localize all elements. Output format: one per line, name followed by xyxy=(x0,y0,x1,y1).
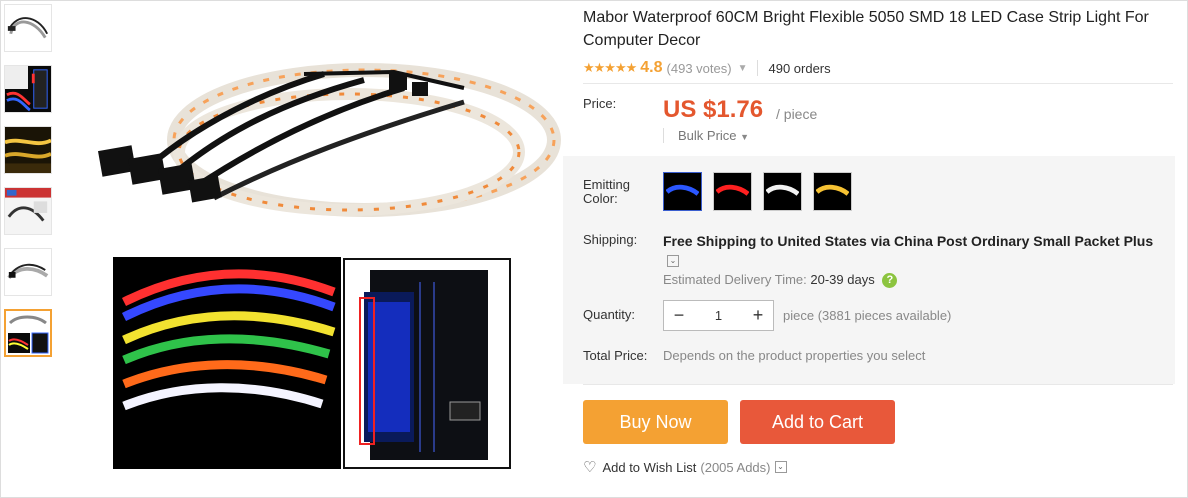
price-label: Price: xyxy=(583,96,617,111)
product-info: Mabor Waterproof 60CM Bright Flexible 50… xyxy=(563,0,1175,476)
rating-value: 4.8 xyxy=(640,59,663,76)
estimate-days: 20-39 days xyxy=(810,272,875,287)
shipping-destination: United States via China Post Ordinary Sm… xyxy=(777,233,1154,249)
wishlist-label: Add to Wish List xyxy=(602,459,697,475)
color-swatch-red[interactable] xyxy=(713,172,752,211)
price-unit: / piece xyxy=(776,106,818,122)
bulk-price-dropdown[interactable]: Bulk Price ▼ xyxy=(663,128,763,143)
total-price-value: Depends on the product properties you se… xyxy=(663,348,926,363)
votes-count[interactable]: (493 votes) xyxy=(667,61,732,76)
heart-plus-icon: ♡ xyxy=(583,459,597,476)
thumbnail-list xyxy=(4,4,56,370)
thumbnail-5[interactable] xyxy=(4,248,52,296)
shipping-prefix: Free Shipping to xyxy=(663,233,774,249)
question-icon[interactable]: ? xyxy=(882,273,898,289)
shipping-info[interactable]: Free Shipping to United States via China… xyxy=(663,232,1173,270)
wishlist-count: (2005 Adds) xyxy=(700,459,771,475)
quantity-input[interactable]: 1 xyxy=(694,308,743,323)
pc-case-photo xyxy=(343,258,511,469)
bulk-price-label: Bulk Price xyxy=(678,128,737,143)
divider xyxy=(757,60,759,76)
total-price-label: Total Price: xyxy=(583,348,648,363)
minus-icon[interactable]: − xyxy=(664,305,694,326)
thumbnail-1[interactable] xyxy=(4,4,52,52)
thumbnail-4[interactable] xyxy=(4,187,52,235)
chevron-down-icon[interactable]: ▼ xyxy=(738,63,748,74)
add-to-wishlist[interactable]: ♡ Add to Wish List (2005 Adds) ⌄ xyxy=(583,458,787,476)
color-strips-photo xyxy=(113,257,341,469)
chevron-down-icon[interactable]: ⌄ xyxy=(774,461,787,473)
emitting-color-label: Emitting Color: xyxy=(583,177,630,206)
thumbnail-6-selected[interactable] xyxy=(4,309,52,357)
buy-now-button[interactable]: Buy Now xyxy=(583,400,728,444)
thumbnail-3[interactable] xyxy=(4,126,52,174)
product-title: Mabor Waterproof 60CM Bright Flexible 50… xyxy=(583,9,1149,49)
estimate-label: Estimated Delivery Time: xyxy=(663,272,807,287)
chevron-down-icon[interactable]: ⌄ xyxy=(667,255,679,268)
divider xyxy=(583,83,1173,84)
price-value: US $1.76 xyxy=(663,96,764,123)
delivery-estimate: Estimated Delivery Time: 20-39 days ? xyxy=(663,272,898,289)
color-swatches xyxy=(663,172,852,211)
main-product-image[interactable] xyxy=(64,2,564,496)
rating-row: ★★★★★ 4.8 (493 votes) ▼ 490 orders xyxy=(583,55,1173,81)
star-icon: ★★★★★ xyxy=(583,60,637,75)
divider xyxy=(583,384,1173,385)
shipping-label: Shipping: xyxy=(583,232,638,247)
color-swatch-white[interactable] xyxy=(763,172,802,211)
add-to-cart-button[interactable]: Add to Cart xyxy=(740,400,895,444)
quantity-stepper[interactable]: − 1 + xyxy=(663,300,774,331)
quantity-label: Quantity: xyxy=(583,307,636,322)
orders-count: 490 orders xyxy=(768,60,831,76)
available-stock: piece (3881 pieces available) xyxy=(783,308,952,323)
chevron-down-icon: ▼ xyxy=(740,132,750,142)
color-swatch-blue[interactable] xyxy=(663,172,702,211)
thumbnail-2[interactable] xyxy=(4,65,52,113)
color-swatch-yellow[interactable] xyxy=(813,172,852,211)
plus-icon[interactable]: + xyxy=(743,305,773,326)
